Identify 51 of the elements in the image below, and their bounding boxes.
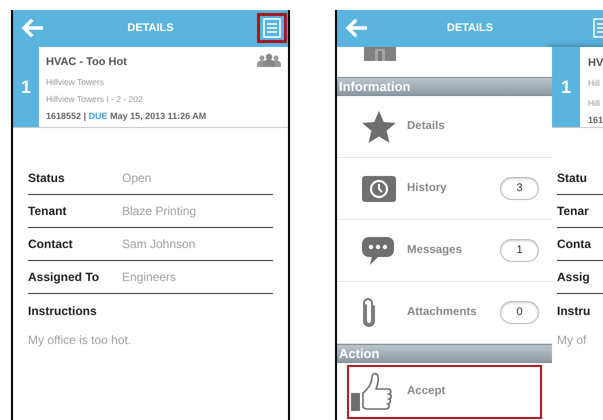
chat-bubble-icon	[362, 236, 394, 264]
field-label: Conta	[557, 228, 603, 261]
work-order-number: 1	[552, 47, 580, 127]
building-icon	[364, 47, 396, 61]
count-badge: 0	[500, 301, 539, 324]
property-name: Hillview Towers	[46, 76, 105, 89]
field-label: Tenant	[28, 203, 68, 220]
star-icon	[362, 110, 396, 142]
count-badge: 3	[500, 177, 539, 200]
instructions-text: My office is too hot.	[28, 332, 132, 349]
work-order-text: HV	[588, 56, 603, 70]
field-value: Engineers	[122, 269, 176, 286]
menu-button[interactable]	[257, 13, 287, 43]
clock-icon	[362, 176, 396, 202]
instructions-text: My of	[557, 332, 588, 349]
menu-item-label: History	[407, 180, 448, 196]
field-label: Status	[28, 170, 66, 187]
count-badge: 1	[500, 239, 539, 262]
field-label: Contact	[28, 236, 74, 253]
section-label: Instructions	[28, 302, 98, 320]
unit-location: Hillview Towers I - 2 - 202	[46, 93, 144, 106]
field-label: Statu	[557, 162, 603, 195]
section-header: Information	[337, 77, 552, 96]
field-label: Assig	[557, 261, 603, 294]
work-order-card[interactable]: 1 HVAC - Too Hot Hillview Towers Hillview Towers I - 2 - 202 1618552 | DUE May 15, 2013 11:26 AM	[13, 47, 288, 128]
work-order-text: Hill	[588, 97, 601, 110]
menu-item-label: Messages	[407, 242, 463, 258]
field-label: Tenar	[557, 195, 603, 228]
screen-title: DETAILS	[446, 21, 494, 36]
field-value: Sam Johnson	[122, 236, 196, 253]
menu-item-label: Details	[407, 118, 446, 134]
field-value: Open	[122, 170, 152, 187]
back-arrow-icon[interactable]	[345, 19, 367, 37]
back-arrow-icon[interactable]	[21, 19, 43, 37]
section-header: Action	[337, 344, 552, 363]
menu-item[interactable]: History 3	[337, 158, 552, 220]
work-order-text: Hill	[588, 77, 601, 90]
menu-item-label: Attachments	[407, 304, 478, 320]
menu-item[interactable]: Messages 1	[337, 220, 552, 282]
field-value: Blaze Printing	[122, 203, 196, 220]
work-order-title: HVAC - Too Hot	[46, 55, 128, 69]
work-order-text: 161	[588, 114, 603, 127]
people-group-icon	[256, 53, 282, 67]
paperclip-icon	[362, 298, 376, 328]
screen-title: DETAILS	[127, 21, 174, 36]
section-label: Instru	[557, 302, 592, 320]
field-label: Assigned To	[28, 269, 100, 286]
thumbs-up-icon	[351, 371, 395, 413]
work-order-number: 1	[13, 47, 39, 127]
menu-item-label: Accept	[407, 384, 446, 400]
due-line: 1618552 | DUE May 15, 2013 11:26 AM	[46, 110, 206, 123]
